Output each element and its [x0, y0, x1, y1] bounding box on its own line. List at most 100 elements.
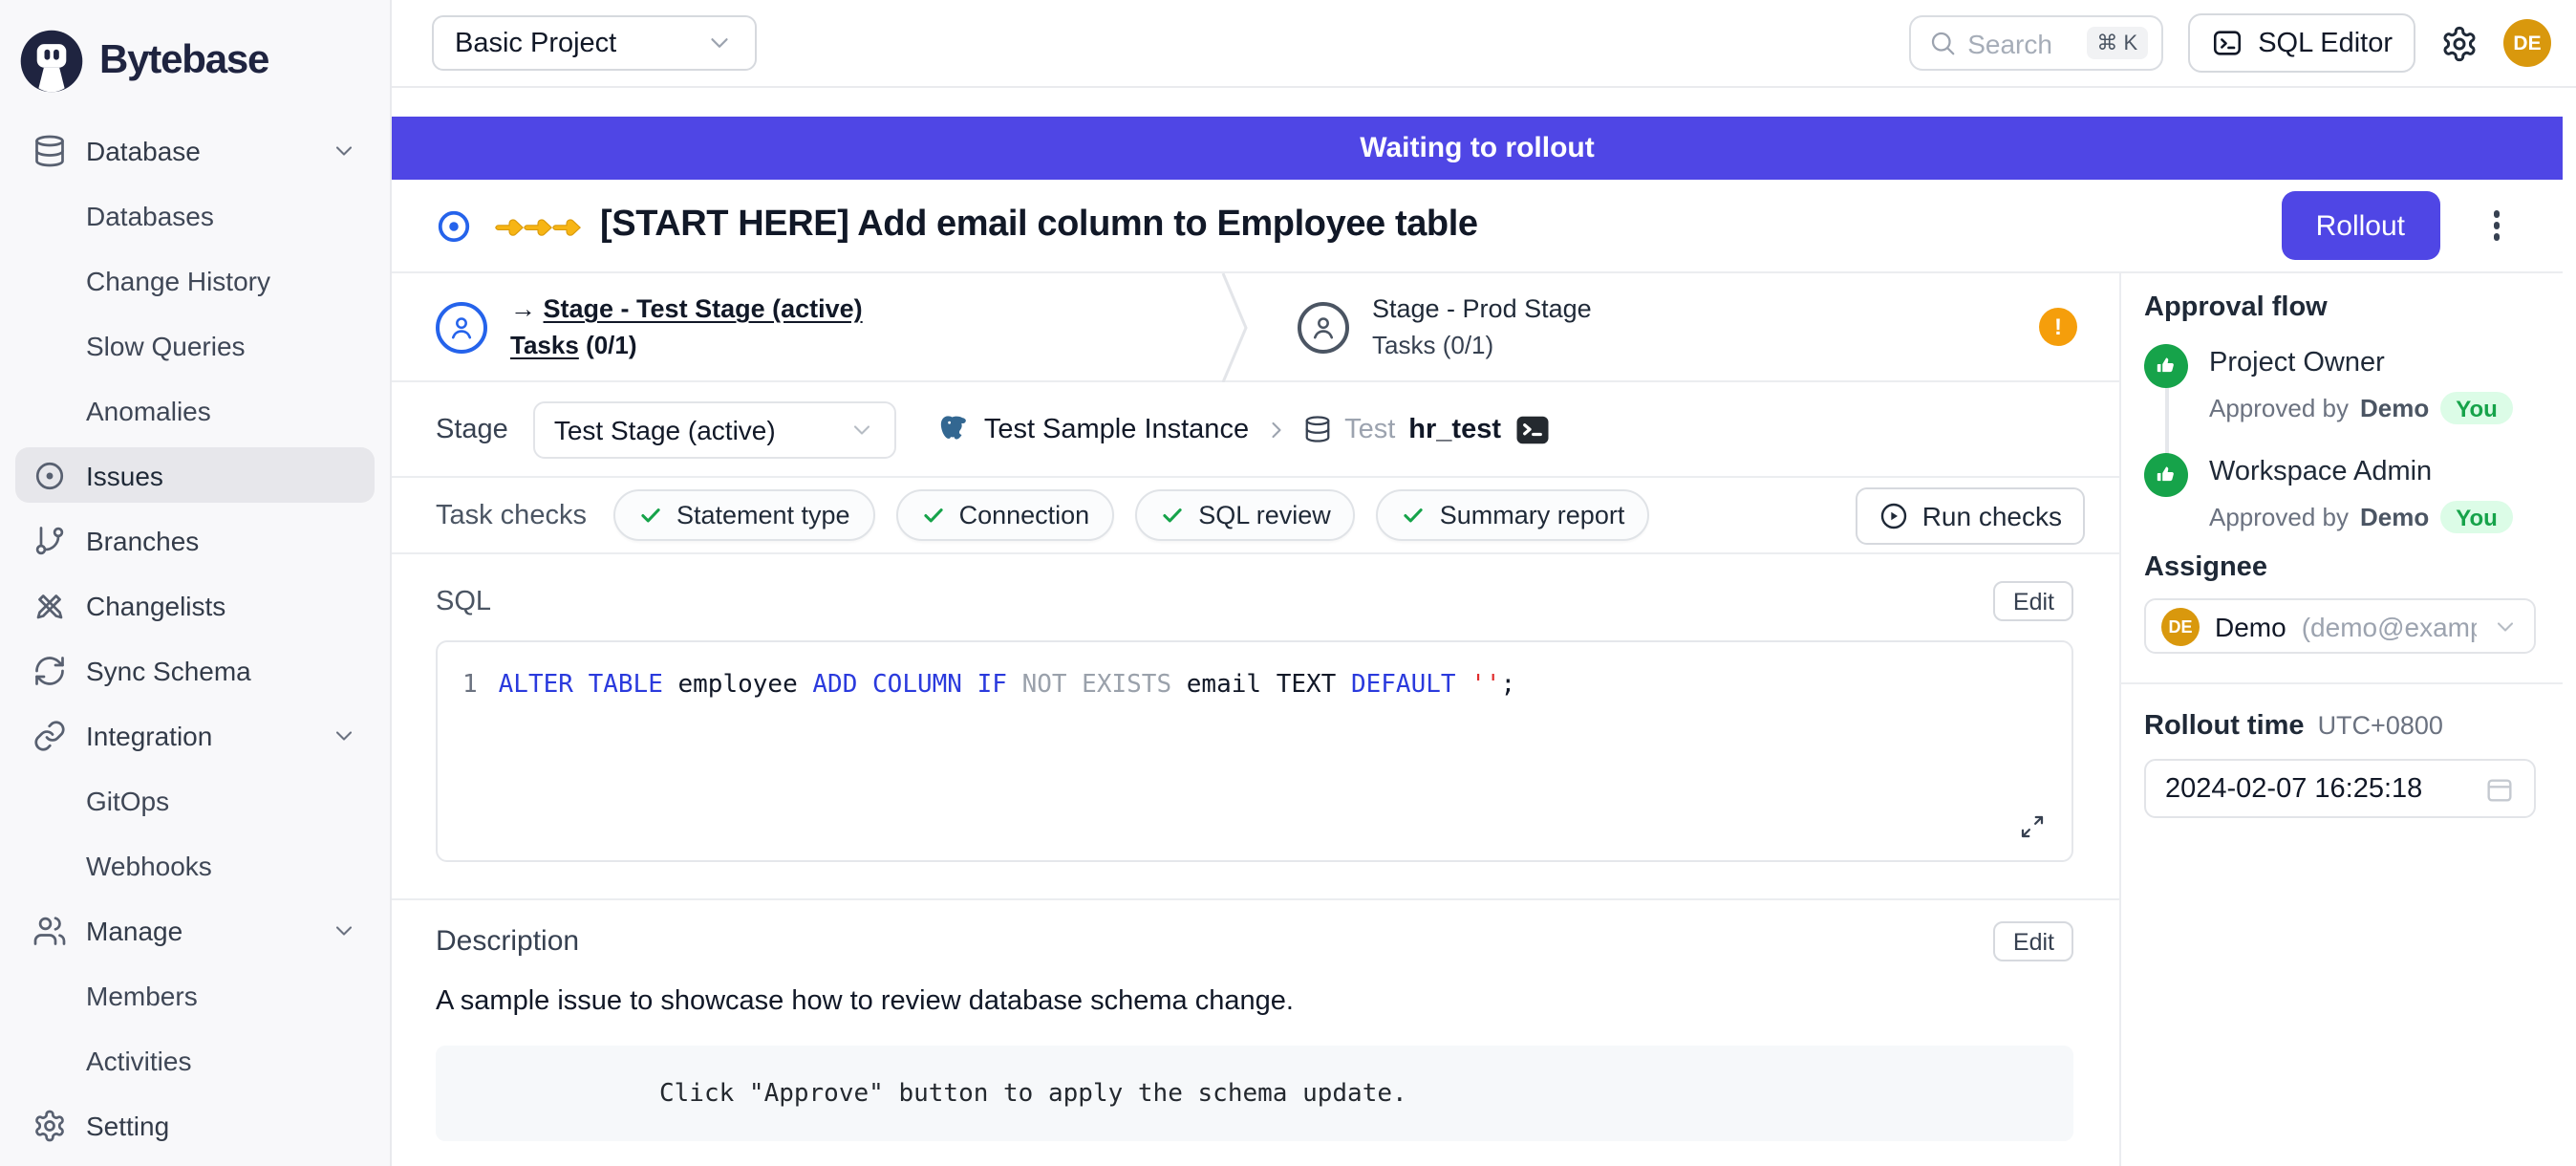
main-area: Waiting to rollout [START HERE] Add emai…: [392, 88, 2563, 1166]
rollout-time-heading: Rollout time UTC+0800: [2144, 711, 2536, 742]
database-breadcrumb: Test Sample Instance Test hr_test: [938, 413, 1549, 445]
approval-role: Project Owner: [2209, 344, 2513, 378]
sidebar-item-gitops[interactable]: GitOps: [15, 772, 375, 828]
sidebar-item-members[interactable]: Members: [15, 967, 375, 1023]
approval-status: Approved by Demo You: [2209, 501, 2513, 533]
database-icon: [1302, 415, 1331, 443]
task-checks-label: Task checks: [436, 500, 587, 530]
stage-prod-title: Stage - Prod Stage: [1372, 294, 1592, 323]
sql-edit-button[interactable]: Edit: [1994, 581, 2073, 621]
search-input[interactable]: Search ⌘ K: [1908, 15, 2162, 71]
issue-sidebar: Approval flow Project Owner Approved by …: [2119, 273, 2563, 1166]
chevron-down-icon: [848, 416, 875, 443]
check-icon: [921, 503, 946, 528]
open-in-sql-editor-icon[interactable]: [1514, 414, 1549, 444]
sidebar-item-label: Manage: [86, 915, 182, 945]
environment-label: Test: [1344, 414, 1395, 444]
approval-steps: Project Owner Approved by Demo You: [2144, 344, 2536, 533]
content-row: → Stage - Test Stage (active) Tasks (0/1…: [392, 273, 2563, 1166]
sidebar-item-change-history[interactable]: Change History: [15, 252, 375, 308]
check-pill-summary-report[interactable]: Summary report: [1377, 489, 1650, 541]
rollout-button[interactable]: Rollout: [2282, 191, 2439, 260]
stage-separator: [1221, 273, 1248, 382]
step-connector-line: [2164, 388, 2168, 459]
description-text: A sample issue to showcase how to review…: [436, 986, 2073, 1017]
description-edit-button[interactable]: Edit: [1994, 921, 2073, 961]
postgresql-icon: [938, 413, 971, 445]
sidebar-item-manage[interactable]: Manage: [15, 902, 375, 958]
sidebar-item-setting[interactable]: Setting: [15, 1097, 375, 1153]
stage-test-tasks: Tasks (0/1): [510, 331, 863, 359]
assignee-name: Demo: [2215, 611, 2286, 641]
crossed-pencils-icon: [32, 588, 67, 622]
terminal-icon: [2210, 27, 2243, 59]
check-icon: [1402, 503, 1427, 528]
stage-select-row: Stage Test Stage (active) Test Sample In…: [392, 382, 2119, 478]
sidebar-item-webhooks[interactable]: Webhooks: [15, 837, 375, 893]
sidebar-item-slow-queries[interactable]: Slow Queries: [15, 317, 375, 373]
sidebar-item-anomalies[interactable]: Anomalies: [15, 382, 375, 438]
sidebar-item-activities[interactable]: Activities: [15, 1032, 375, 1088]
chevron-right-icon: [1262, 416, 1289, 443]
sidebar-item-label: Activities: [86, 1045, 191, 1075]
run-checks-button[interactable]: Run checks: [1856, 486, 2085, 544]
sql-editor-button[interactable]: SQL Editor: [2187, 13, 2415, 73]
task-checks-row: Task checks Statement type Connection SQ…: [392, 478, 2119, 554]
rollout-time-value: 2024-02-07 16:25:18: [2165, 773, 2422, 804]
sidebar-item-sync-schema[interactable]: Sync Schema: [15, 642, 375, 698]
top-navbar: Basic Project Search ⌘ K SQL Editor: [392, 0, 2576, 88]
person-circle-icon: [436, 301, 487, 353]
sidebar-item-label: Webhooks: [86, 850, 212, 880]
check-pill-connection[interactable]: Connection: [896, 489, 1115, 541]
user-avatar[interactable]: DE: [2503, 19, 2551, 67]
bytebase-logo[interactable]: Bytebase: [15, 15, 375, 99]
thumbs-up-icon: [2144, 344, 2188, 388]
check-icon: [1160, 503, 1185, 528]
rollout-time-input[interactable]: 2024-02-07 16:25:18: [2144, 759, 2536, 818]
sidebar-item-integration[interactable]: Integration: [15, 707, 375, 763]
approval-step: Project Owner Approved by Demo You: [2144, 344, 2536, 453]
brand-name: Bytebase: [99, 37, 268, 83]
sidebar-item-database[interactable]: Database: [15, 122, 375, 178]
sidebar-item-label: Integration: [86, 720, 212, 750]
panel-divider: [2121, 682, 2563, 684]
sql-code-text: ALTER TABLE employee ADD COLUMN IF NOT E…: [499, 671, 1516, 700]
settings-gear-icon[interactable]: [2440, 24, 2479, 62]
check-icon: [638, 503, 663, 528]
kebab-menu-icon[interactable]: [2485, 204, 2507, 248]
bytebase-app: Bytebase Database Databases Change Histo…: [0, 0, 2576, 1166]
sidebar-item-databases[interactable]: Databases: [15, 187, 375, 243]
sidebar-item-branches[interactable]: Branches: [15, 512, 375, 568]
description-heading: Description: [436, 925, 579, 958]
sidebar-item-label: Change History: [86, 265, 270, 295]
sidebar-item-label: Setting: [86, 1110, 169, 1140]
instance-link[interactable]: Test Sample Instance: [984, 414, 1249, 444]
sidebar-item-label: Slow Queries: [86, 330, 246, 360]
assignee-select[interactable]: DE Demo (demo@example: [2144, 598, 2536, 654]
database-link[interactable]: hr_test: [1408, 414, 1501, 444]
check-pill-sql-review[interactable]: SQL review: [1135, 489, 1356, 541]
warning-badge: !: [2039, 308, 2077, 346]
sidebar-item-issues[interactable]: Issues: [15, 447, 375, 503]
you-badge: You: [2440, 501, 2513, 533]
approver-name: Demo: [2360, 394, 2429, 422]
stage-prod-tasks: Tasks (0/1): [1372, 331, 1592, 359]
calendar-icon: [2484, 773, 2515, 804]
sidebar-item-label: Anomalies: [86, 395, 211, 425]
check-pill-statement-type[interactable]: Statement type: [613, 489, 875, 541]
stage-select[interactable]: Test Stage (active): [533, 400, 896, 458]
sidebar-item-label: GitOps: [86, 785, 169, 815]
you-badge: You: [2440, 392, 2513, 424]
project-select[interactable]: Basic Project: [432, 15, 757, 71]
sidebar-item-changelists[interactable]: Changelists: [15, 577, 375, 633]
expand-fullscreen-icon[interactable]: [2018, 812, 2047, 841]
users-icon: [32, 913, 67, 947]
play-circle-icon: [1878, 500, 1909, 530]
stage-test-cell[interactable]: → Stage - Test Stage (active) Tasks (0/1…: [392, 294, 1233, 359]
sidebar-item-label: Changelists: [86, 590, 225, 620]
assignee-email: (demo@example: [2302, 611, 2477, 641]
stage-prod-cell[interactable]: Stage - Prod Stage Tasks (0/1): [1233, 294, 1592, 359]
circle-dot-icon: [32, 458, 67, 492]
issue-detail-column: → Stage - Test Stage (active) Tasks (0/1…: [392, 273, 2119, 1166]
sql-section: SQL Edit 1 ALTER TABLE employee ADD COLU…: [392, 554, 2119, 862]
